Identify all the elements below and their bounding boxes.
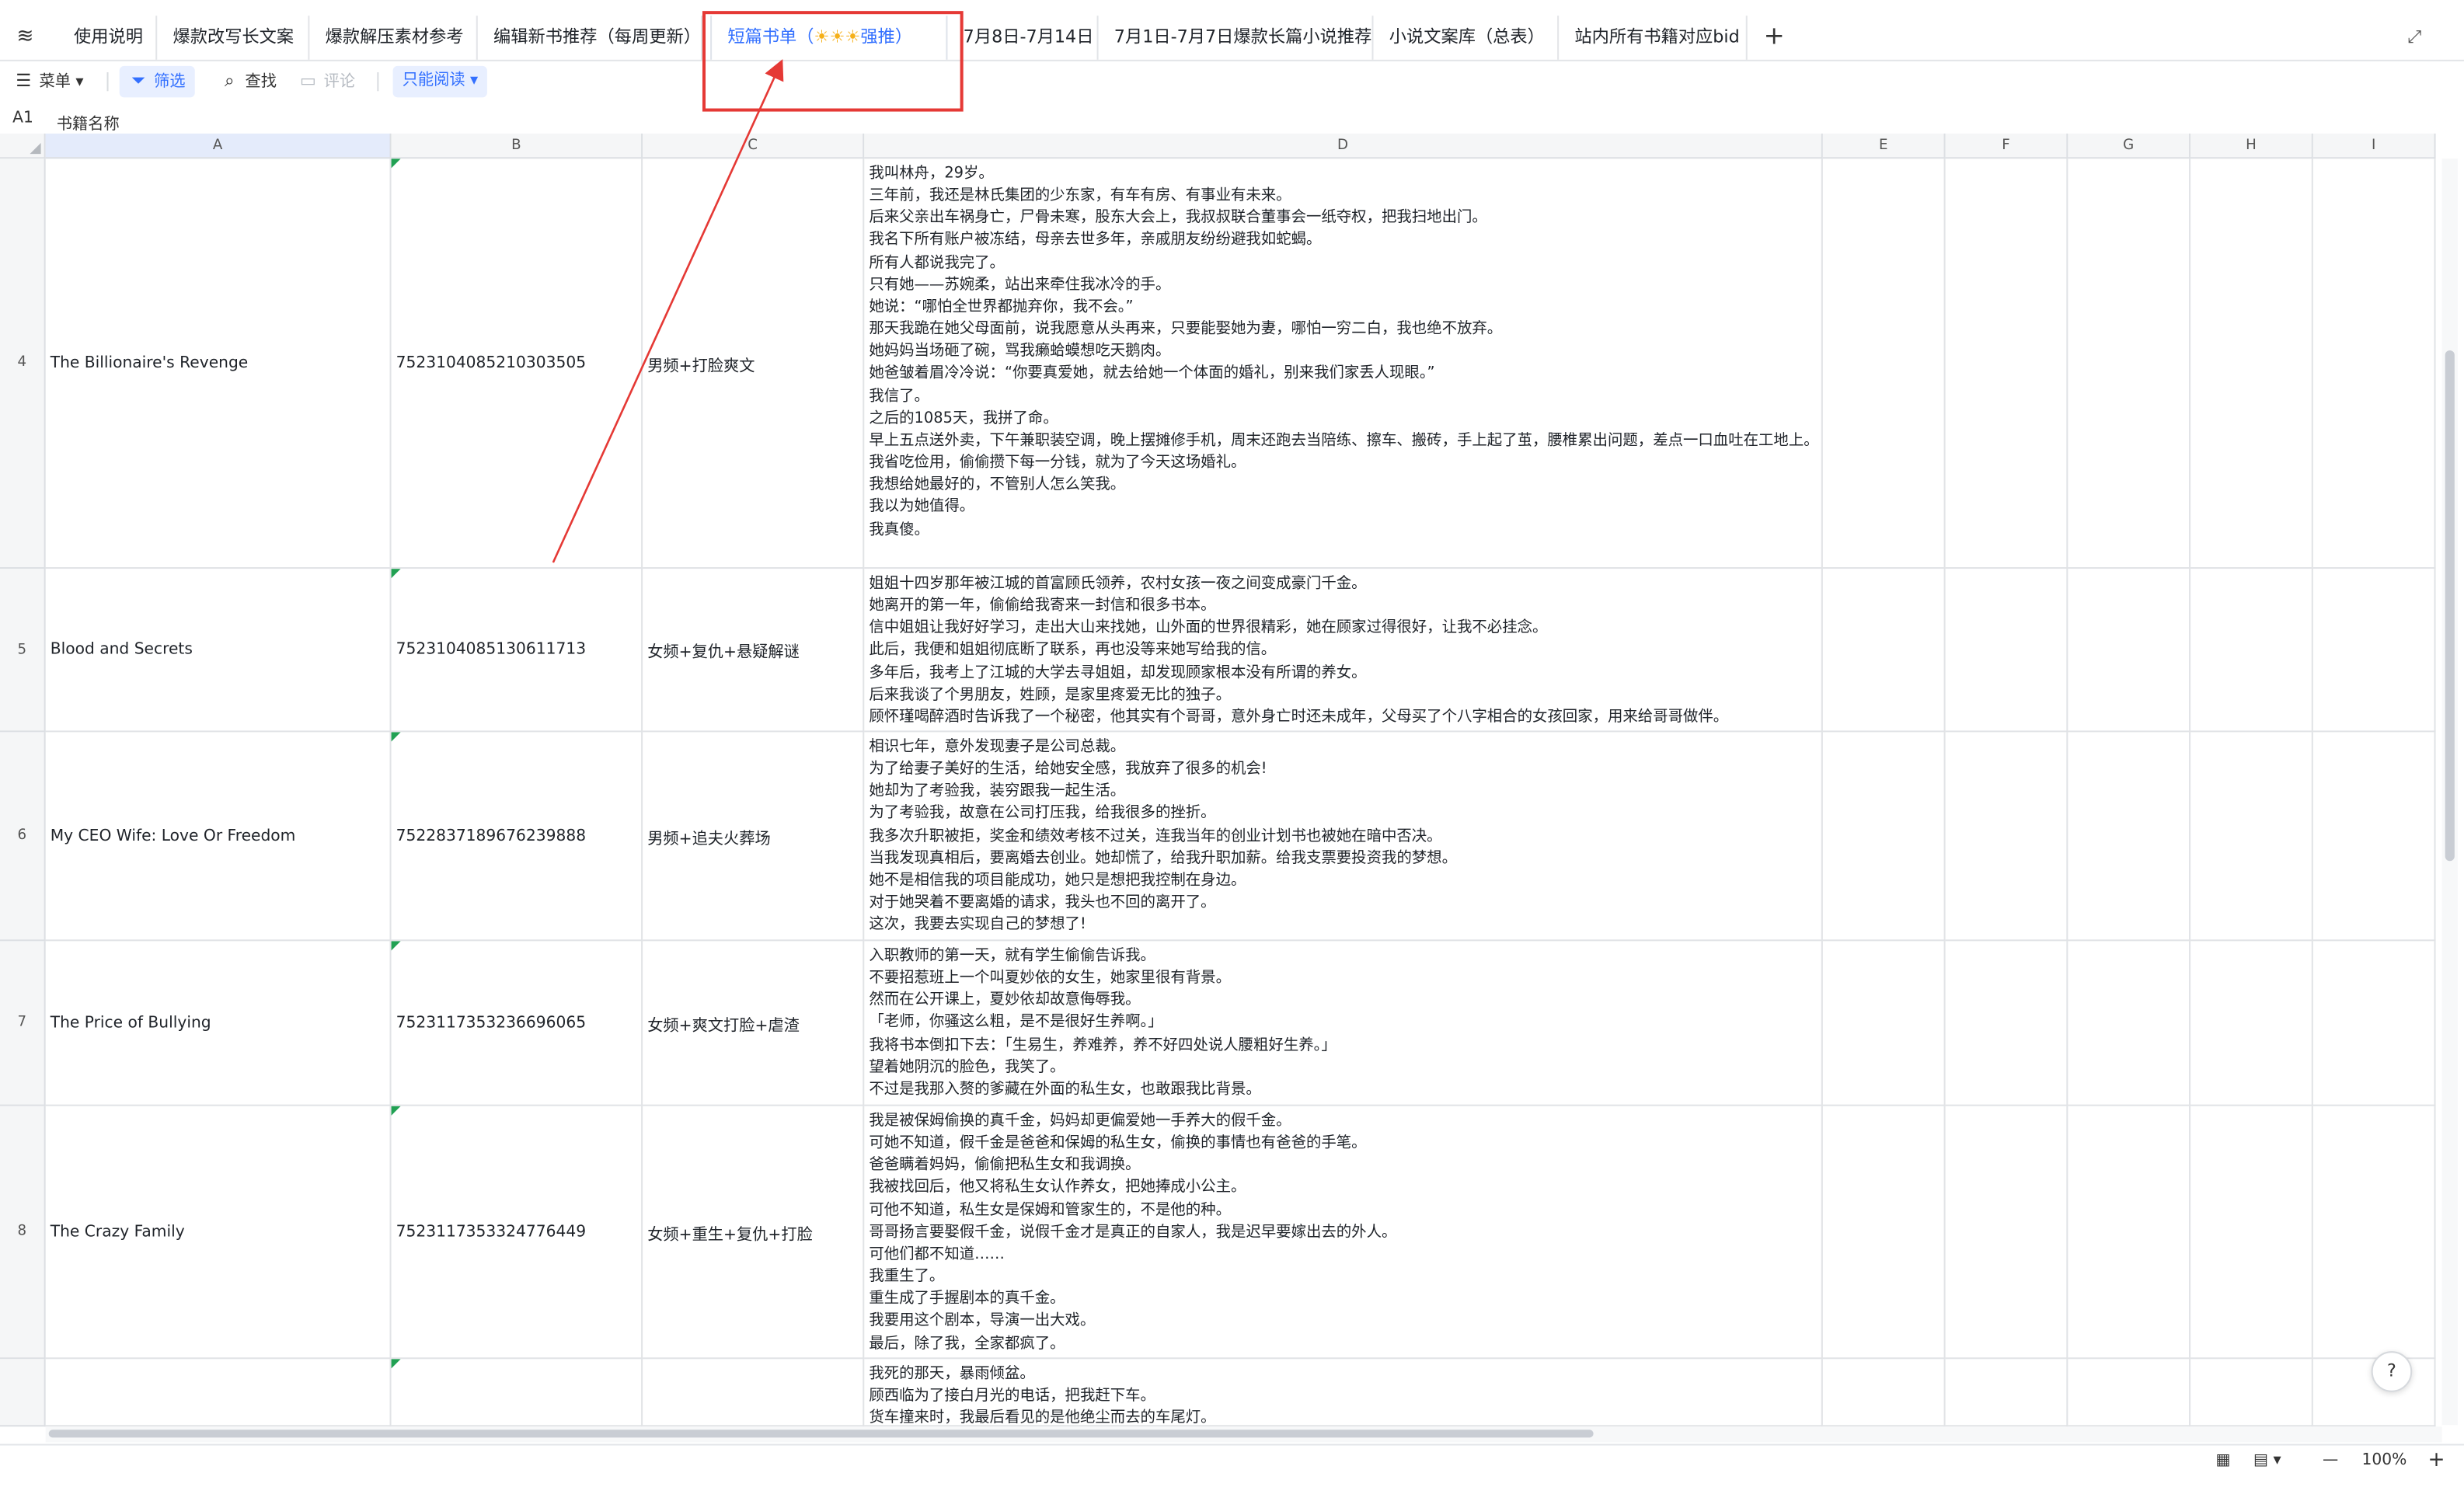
spreadsheet-app: ≋ 使用说明 爆款改写长文案 爆款解压素材参考 编辑新书推荐（每周更新） 短篇书… [0,0,2464,1494]
annotation-arrow [552,59,784,563]
